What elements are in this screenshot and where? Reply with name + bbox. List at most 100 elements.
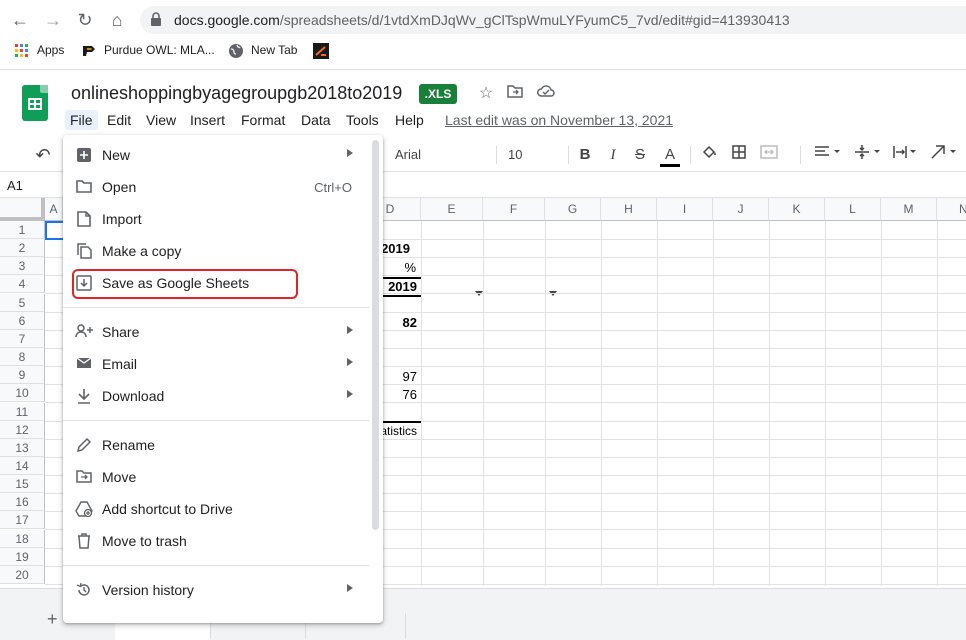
text-wrap-icon[interactable] [890,144,922,166]
home-icon[interactable]: ⌂ [105,8,129,32]
column-header[interactable]: A [45,198,63,221]
menu-data[interactable]: Data [296,110,336,130]
menu-item-move-to-trash[interactable]: Move to trash [63,525,369,557]
menu-item-open[interactable]: Open Ctrl+O [63,171,369,203]
menu-item-import[interactable]: Import [63,203,369,235]
back-arrow-icon[interactable]: ← [8,8,32,32]
borders-icon[interactable] [729,144,749,166]
menu-item-move[interactable]: Move [63,461,369,493]
row-header[interactable]: 1 [0,221,45,239]
bookmark-favicon[interactable] [313,43,329,59]
highlight-annotation-box [72,269,298,299]
row-header[interactable]: 6 [0,312,45,330]
menu-file[interactable]: File [65,110,98,130]
column-header[interactable]: N [937,198,966,221]
merge-cells-icon[interactable] [758,144,780,166]
menu-item-rename[interactable]: Rename [63,429,369,461]
reload-icon[interactable]: ↻ [73,8,97,32]
row-header[interactable]: 12 [0,421,45,439]
undo-icon[interactable]: ↶ [32,144,54,166]
row-header[interactable]: 7 [0,330,45,348]
row-header[interactable]: 17 [0,511,45,529]
column-header[interactable]: J [713,198,769,221]
url-text[interactable]: docs.google.com/spreadsheets/d/1vtdXmDJq… [174,12,790,28]
document-title[interactable]: onlineshoppingbyagegroupgb2018to2019 [71,83,402,104]
name-box[interactable]: A1 [7,178,23,193]
row-header[interactable]: 9 [0,366,45,384]
menu-insert[interactable]: Insert [185,110,230,130]
row-header[interactable]: 5 [0,294,45,312]
fill-color-icon[interactable] [699,144,719,166]
font-family-select[interactable]: Arial [395,144,485,166]
lock-icon[interactable] [150,12,162,26]
row-header[interactable]: 15 [0,475,45,493]
menu-divider [63,565,369,566]
menu-item-add-shortcut[interactable]: Add shortcut to Drive [63,493,369,525]
row-header[interactable]: 13 [0,439,45,457]
row-header[interactable]: 16 [0,493,45,511]
row-header[interactable]: 8 [0,348,45,366]
text-rotation-icon[interactable] [928,144,962,166]
column-header[interactable]: E [421,198,483,221]
sheets-logo-icon[interactable] [22,85,48,121]
vertical-align-icon[interactable] [852,144,884,166]
row-header[interactable]: 18 [0,530,45,548]
text-color-icon[interactable]: A [660,144,680,167]
menu-scrollbar[interactable] [372,140,379,530]
globe-icon[interactable] [228,43,244,59]
bookmark-apps[interactable]: Apps [37,43,64,57]
purdue-icon[interactable] [81,43,97,59]
strikethrough-icon[interactable]: S [631,144,649,166]
font-size-select[interactable]: 10 [508,144,558,166]
row-header[interactable]: 3 [0,257,45,275]
column-header[interactable]: M [881,198,937,221]
last-edit-link[interactable]: Last edit was on November 13, 2021 [445,110,673,130]
toolbar-divider [496,146,497,164]
menu-tools[interactable]: Tools [341,110,384,130]
menu-format[interactable]: Format [236,110,290,130]
column-header[interactable]: I [657,198,713,221]
row-header[interactable]: 14 [0,457,45,475]
star-icon[interactable]: ☆ [476,84,496,104]
menu-item-make-copy[interactable]: Make a copy [63,235,369,267]
apps-grid-icon[interactable] [14,43,30,59]
menu-item-download[interactable]: Download [63,380,369,412]
bold-icon[interactable]: B [576,144,594,166]
select-all-corner[interactable] [0,198,45,221]
forward-arrow-icon[interactable]: → [41,8,65,32]
copy-icon [75,243,93,261]
menu-help[interactable]: Help [390,110,429,130]
menu-item-version-history[interactable]: Version history [63,574,369,606]
text-color-bar [660,164,680,167]
add-sheet-icon[interactable]: + [47,609,58,630]
menu-item-email[interactable]: Email [63,348,369,380]
download-icon [75,388,93,406]
row-header[interactable]: 10 [0,384,45,402]
column-header[interactable]: G [545,198,601,221]
toolbar-divider [690,146,691,164]
row-header[interactable]: 19 [0,548,45,566]
bookmark-purdue-owl[interactable]: Purdue OWL: MLA... [104,43,215,57]
column-header[interactable]: L [825,198,881,221]
menu-view[interactable]: View [141,110,181,130]
drive-shortcut-icon [75,501,93,519]
menu-item-new[interactable]: New [63,139,369,171]
row-header[interactable]: 20 [0,566,45,584]
column-header[interactable]: K [769,198,825,221]
column-header[interactable]: F [483,198,545,221]
column-header[interactable]: H [601,198,657,221]
row-header[interactable]: 4 [0,275,45,293]
italic-icon[interactable]: I [604,144,622,166]
horizontal-align-icon[interactable] [812,144,844,166]
move-folder-icon [75,469,93,487]
file-type-badge[interactable]: .XLS [419,84,457,104]
move-folder-icon[interactable] [505,84,525,104]
bookmark-new-tab[interactable]: New Tab [251,43,297,57]
cloud-status-icon[interactable] [536,84,556,104]
shortcut-label: Ctrl+O [314,180,352,195]
menu-edit[interactable]: Edit [102,110,136,130]
url-path: /spreadsheets/d/1vtdXmDJqWv_gClTspWmuLYF… [279,12,790,28]
row-header[interactable]: 11 [0,403,45,421]
menu-item-share[interactable]: Share [63,316,369,348]
row-header[interactable]: 2 [0,239,45,257]
